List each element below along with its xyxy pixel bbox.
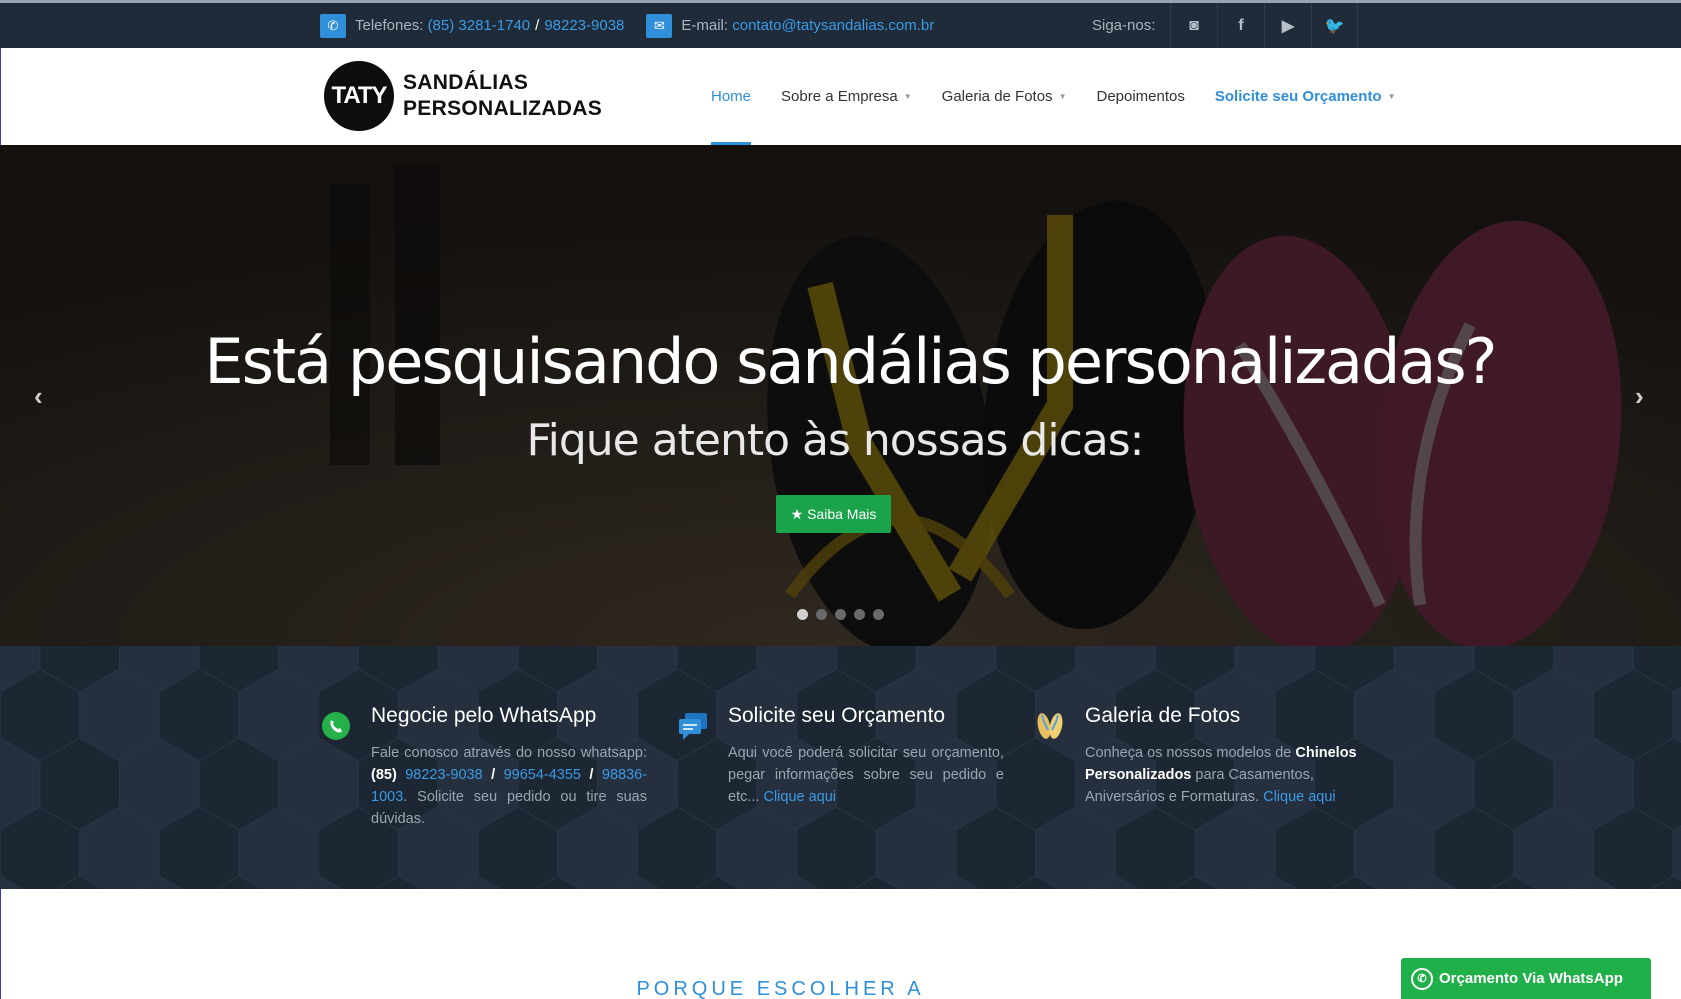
whatsapp-sep-1: / — [491, 767, 496, 783]
chevron-down-icon: ▼ — [1387, 92, 1396, 101]
nav-home-label: Home — [711, 88, 752, 105]
feature-whatsapp-text: Fale conosco através do nosso whatsapp: … — [371, 742, 647, 830]
chevron-down-icon: ▼ — [1058, 92, 1067, 101]
twitter-icon[interactable]: 🐦 — [1311, 3, 1358, 48]
star-icon: ★ — [790, 505, 804, 522]
whatsapp-sep-2: / — [589, 767, 594, 783]
nav-gallery-label: Galeria de Fotos — [941, 88, 1053, 105]
whatsapp-text-post: . Solicite seu pedido ou tire suas dúvid… — [371, 789, 647, 827]
whatsapp-number-2[interactable]: 99654-4355 — [504, 767, 581, 783]
feature-gallery-text: Conheça os nossos modelos de Chinelos Pe… — [1085, 742, 1361, 808]
email-link[interactable]: contato@tatysandalias.com.br — [732, 17, 934, 34]
nav-testimonials-label: Depoimentos — [1096, 88, 1185, 105]
nav-about-label: Sobre a Empresa — [781, 88, 898, 105]
logo-text: SANDÁLIAS PERSONALIZADAS — [403, 70, 602, 122]
facebook-icon[interactable]: f — [1217, 3, 1264, 48]
learn-more-label: Saiba Mais — [807, 506, 877, 522]
contact-info: ✆ Telefones: (85) 3281-1740 / 98223-9038… — [320, 3, 934, 48]
gallery-link[interactable]: Clique aqui — [1263, 789, 1336, 805]
email-group: ✉ E-mail: contato@tatysandalias.com.br — [646, 13, 934, 38]
nav-testimonials[interactable]: Depoimentos — [1081, 48, 1199, 145]
phone-label: Telefones: — [355, 17, 424, 34]
whatsapp-area-code: (85) — [371, 767, 397, 783]
youtube-icon[interactable]: ▶ — [1264, 3, 1311, 48]
whatsapp-icon — [322, 712, 350, 740]
mail-icon: ✉ — [646, 13, 673, 38]
sandals-icon — [1037, 713, 1063, 739]
instagram-icon[interactable]: ◙ — [1170, 3, 1217, 48]
slider-dot[interactable] — [797, 609, 808, 620]
slider-dot[interactable] — [816, 609, 827, 620]
logo-line-1: SANDÁLIAS — [403, 71, 529, 94]
slider-dot[interactable] — [873, 609, 884, 620]
feature-quote-title: Solicite seu Orçamento — [728, 704, 946, 727]
slider-dots — [797, 609, 884, 620]
logo-line-2: PERSONALIZADAS — [403, 97, 603, 120]
slider-dot[interactable] — [835, 609, 846, 620]
follow-label: Siga-nos: — [1092, 17, 1156, 34]
site-logo[interactable]: TATY SANDÁLIAS PERSONALIZADAS — [324, 61, 602, 131]
features-section: Negocie pelo WhatsApp Fale conosco atrav… — [0, 646, 1681, 889]
phone-link-1[interactable]: (85) 3281-1740 — [428, 17, 531, 34]
nav-about[interactable]: Sobre a Empresa ▼ — [766, 48, 927, 145]
whatsapp-quote-button[interactable]: ✆ Orçamento Via WhatsApp — [1401, 958, 1651, 999]
hero-subtitle: Fique atento às nossas dicas: — [526, 415, 1145, 466]
learn-more-button[interactable]: ★ Saiba Mais — [776, 495, 891, 533]
chat-icon — [679, 713, 707, 740]
nav-gallery[interactable]: Galeria de Fotos ▼ — [927, 48, 1082, 145]
feature-quote-text: Aqui você poderá solicitar seu orçamento… — [728, 742, 1004, 808]
main-nav: Home Sobre a Empresa ▼ Galeria de Fotos ▼ … — [696, 48, 1411, 145]
social-links: ◙ f ▶ 🐦 — [1170, 3, 1358, 48]
hero-title: Está pesquisando sandálias personalizada… — [204, 325, 1497, 398]
slider-dot[interactable] — [854, 609, 865, 620]
gallery-text-pre: Conheça os nossos modelos de — [1085, 745, 1296, 761]
whatsapp-icon: ✆ — [1411, 967, 1433, 990]
site-header: TATY SANDÁLIAS PERSONALIZADAS Home Sobre… — [0, 48, 1681, 145]
feature-whatsapp-title: Negocie pelo WhatsApp — [371, 704, 597, 727]
feature-gallery-title: Galeria de Fotos — [1085, 704, 1241, 727]
top-bar: ✆ Telefones: (85) 3281-1740 / 98223-9038… — [0, 0, 1681, 48]
nav-quote[interactable]: Solicite seu Orçamento ▼ — [1200, 48, 1411, 145]
whatsapp-quote-label: Orçamento Via WhatsApp — [1439, 970, 1623, 987]
whatsapp-text-pre: Fale conosco através do nosso whatsapp: — [371, 745, 647, 761]
email-label: E-mail: — [681, 17, 729, 34]
phone-icon: ✆ — [320, 13, 346, 38]
logo-badge: TATY — [324, 61, 394, 131]
whatsapp-number-1[interactable]: 98223-9038 — [405, 767, 482, 783]
nav-quote-label: Solicite seu Orçamento — [1214, 88, 1382, 105]
slider-next-arrow[interactable]: › — [1635, 381, 1644, 412]
slider-prev-arrow[interactable]: ‹ — [34, 381, 43, 412]
hero-slider: Está pesquisando sandálias personalizada… — [0, 145, 1681, 646]
phone-link-2[interactable]: 98223-9038 — [544, 17, 624, 34]
quote-link[interactable]: Clique aqui — [763, 789, 836, 805]
phone-separator: / — [535, 17, 540, 34]
nav-home[interactable]: Home — [696, 48, 766, 145]
chevron-down-icon: ▼ — [903, 92, 912, 101]
